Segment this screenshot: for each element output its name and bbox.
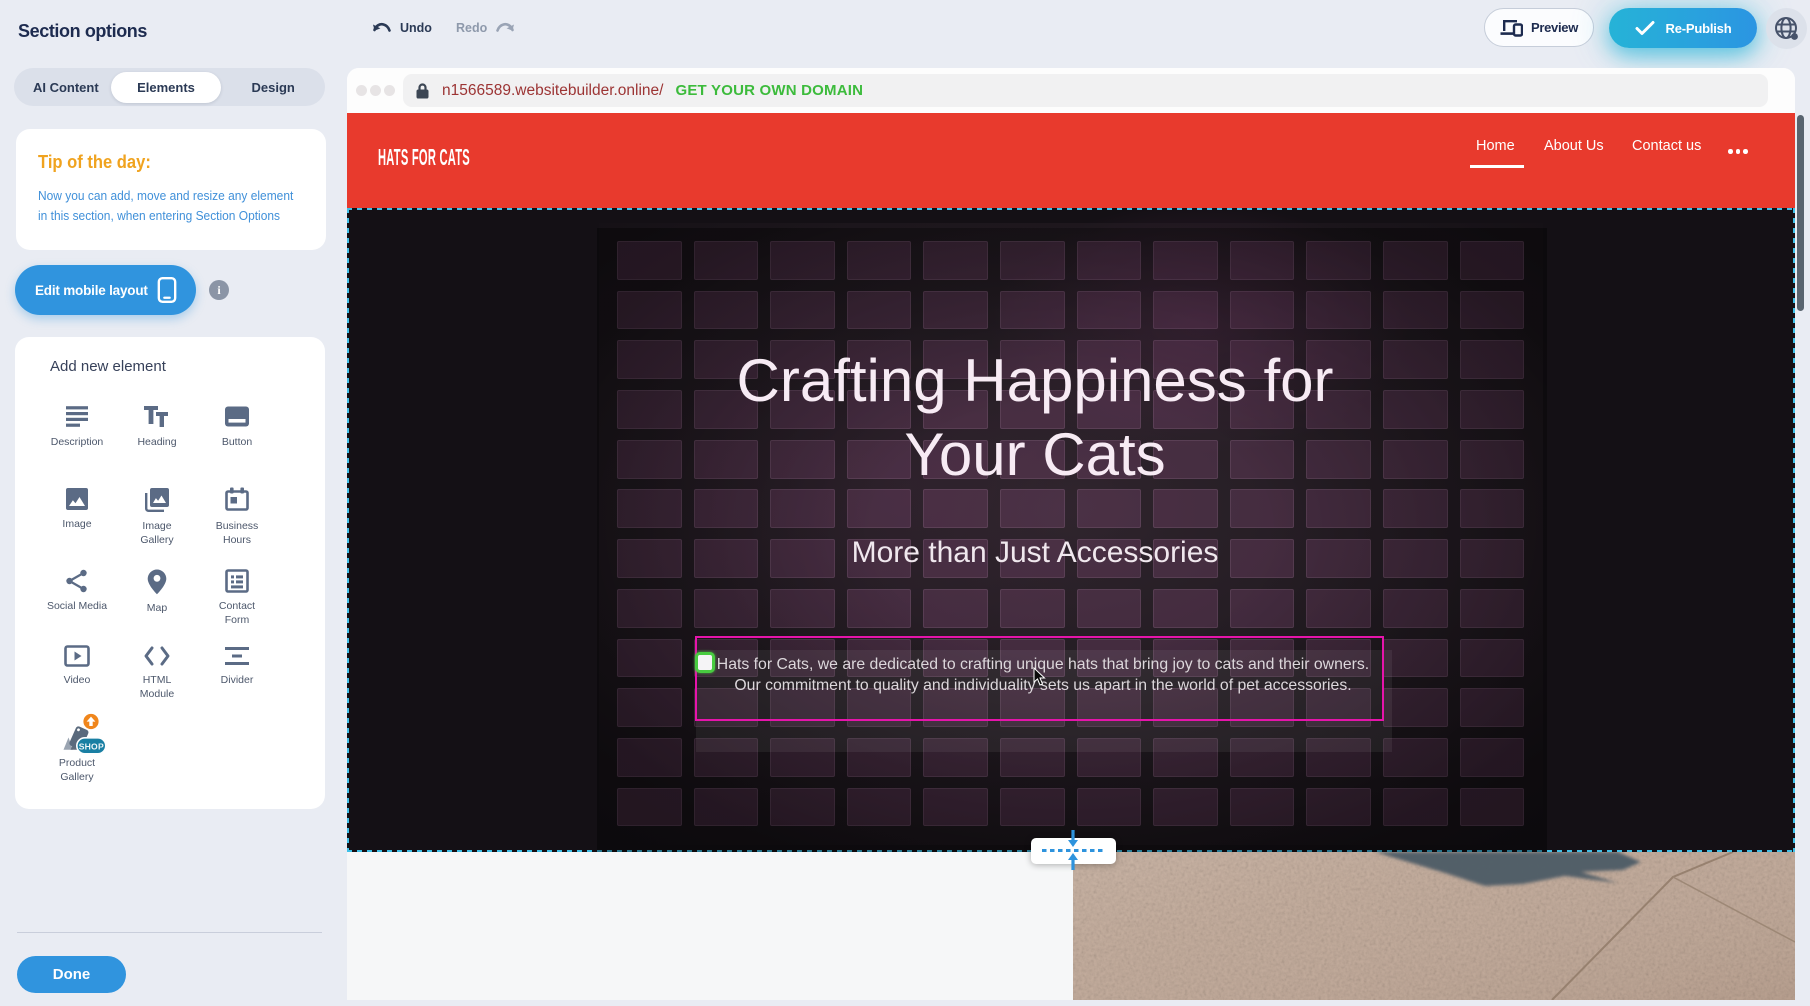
svg-text:SHOP: SHOP — [79, 741, 104, 751]
